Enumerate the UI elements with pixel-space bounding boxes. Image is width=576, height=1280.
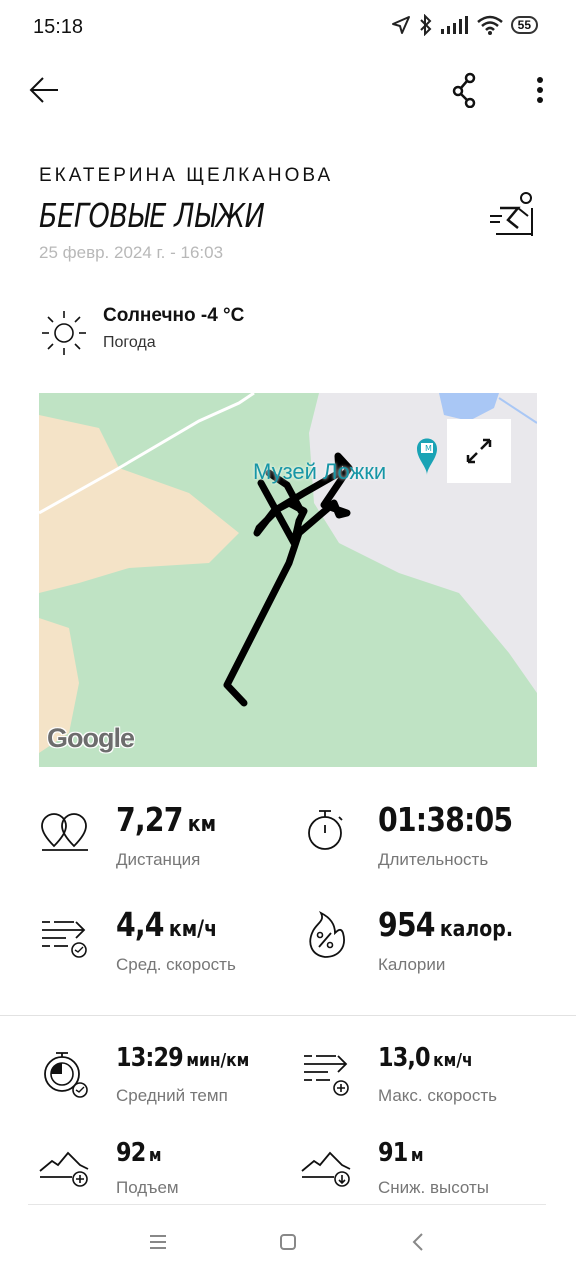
pace-icon — [44, 1052, 88, 1098]
share-icon — [452, 72, 476, 108]
calories-label: Калории — [378, 955, 446, 974]
map-provider-logo: Google — [47, 723, 135, 753]
home-icon — [280, 1234, 296, 1250]
weather-title: Солнечно -4 °C — [103, 305, 245, 326]
distance-icon — [41, 813, 88, 851]
more-vert-icon — [537, 77, 543, 103]
pace-label: Средний темп — [116, 1086, 228, 1105]
avg-speed-label: Сред. скорость — [116, 955, 236, 974]
system-nav-bar — [0, 1204, 576, 1280]
menu-icon — [150, 1235, 166, 1249]
nav-back-button[interactable] — [396, 1220, 440, 1264]
skiing-icon — [490, 192, 533, 236]
pace-icon-wrap — [42, 1050, 90, 1105]
max-speed-icon-wrap — [302, 1050, 352, 1105]
duration-label: Длительность — [378, 850, 489, 869]
map-expand-button[interactable] — [447, 419, 511, 483]
distance-label: Дистанция — [116, 850, 201, 869]
back-button[interactable] — [22, 68, 66, 112]
ascent-icon — [39, 1151, 89, 1187]
descent-value: 91 м — [378, 1138, 424, 1168]
max-speed-value: 13,0 км/ч — [378, 1043, 473, 1073]
max-speed-label: Макс. скорость — [378, 1086, 498, 1105]
bluetooth-icon — [419, 14, 432, 36]
nav-back-icon — [412, 1233, 423, 1251]
nav-divider — [28, 1204, 546, 1205]
ascent-icon-wrap — [38, 1147, 92, 1196]
stopwatch-icon — [308, 810, 343, 850]
weather-icon-wrap — [40, 309, 88, 362]
wifi-icon — [476, 15, 503, 35]
expand-icon — [466, 438, 492, 464]
map-poi-label[interactable]: Музей Ложки — [253, 459, 386, 485]
svg-text:M: M — [425, 444, 432, 453]
avg-speed-value: 4,4 км/ч — [116, 905, 218, 944]
calories-value: 954 калор. — [378, 905, 514, 944]
distance-value: 7,27 км — [116, 800, 217, 839]
ascent-value: 92 м — [116, 1138, 162, 1168]
route-map[interactable]: M Музей Ложки Google — [39, 393, 537, 767]
more-options-button[interactable] — [518, 68, 562, 112]
distance-icon-wrap — [40, 812, 90, 857]
signal-icon — [440, 16, 468, 34]
duration-icon-wrap — [305, 808, 347, 857]
duration-value: 01:38:05 — [378, 800, 513, 839]
sun-icon — [42, 311, 86, 355]
owner-name: ЕКАТЕРИНА ЩЕЛКАНОВА — [39, 165, 334, 186]
descent-label: Сниж. высоты — [378, 1178, 490, 1197]
max-speed-icon — [304, 1055, 349, 1096]
status-icons: 55 — [391, 14, 538, 36]
nav-home-button[interactable] — [266, 1220, 310, 1264]
calories-icon — [309, 910, 345, 958]
descent-icon — [301, 1151, 351, 1187]
activity-type-icon — [488, 190, 538, 245]
calories-icon-wrap — [305, 910, 349, 964]
ascent-label: Подъем — [116, 1178, 179, 1197]
avg-speed-icon-wrap — [40, 916, 90, 965]
location-icon — [391, 16, 410, 34]
pace-value: 13:29 мин/км — [116, 1043, 250, 1073]
arrow-left-icon — [29, 77, 58, 103]
status-time: 15:18 — [33, 16, 84, 38]
avg-speed-icon — [42, 921, 87, 958]
stats-divider — [0, 1015, 576, 1016]
battery-indicator: 55 — [510, 16, 538, 34]
activity-type: БЕГОВЫЕ ЛЫЖИ — [39, 196, 265, 235]
weather-subtitle: Погода — [103, 334, 156, 351]
nav-menu-button[interactable] — [136, 1220, 180, 1264]
descent-icon-wrap — [300, 1147, 354, 1196]
workout-datetime: 25 февр. 2024 г. - 16:03 — [39, 243, 224, 262]
share-button[interactable] — [443, 68, 487, 112]
